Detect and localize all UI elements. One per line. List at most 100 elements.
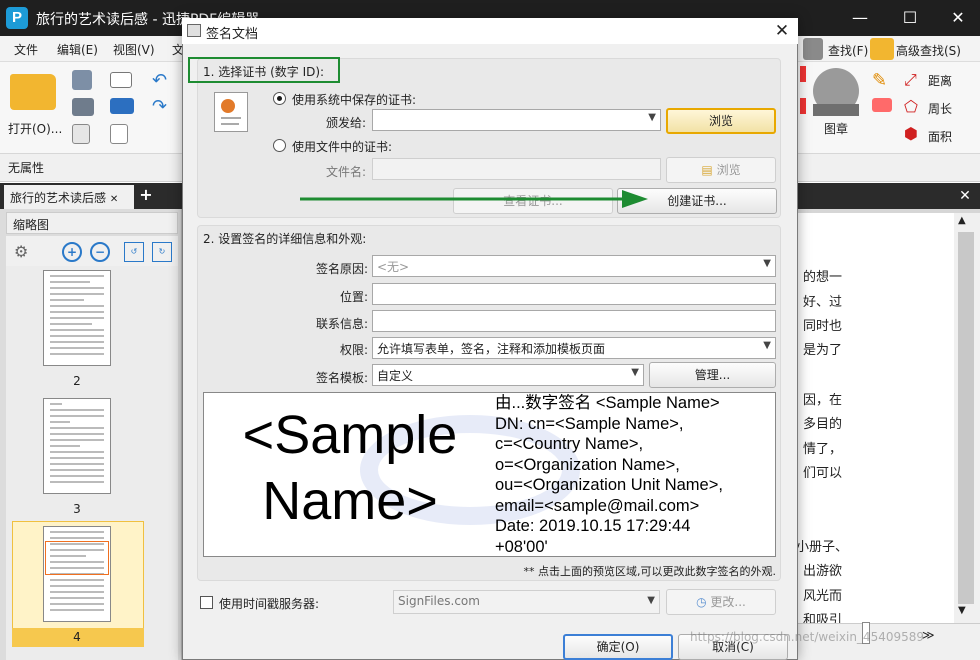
stamp-button-label[interactable]: 图章 [824,120,848,137]
page-number: 4 [73,630,81,644]
browse-file-button[interactable]: ▤ 浏览 [666,157,776,183]
close-document-icon[interactable]: ✕ [956,186,974,206]
document-icon[interactable] [72,124,90,144]
advanced-find-icon[interactable] [870,38,894,60]
window-close-button[interactable]: ✕ [948,8,968,28]
print-icon[interactable] [72,98,94,116]
find-button-label[interactable]: 查找(F) [828,42,868,59]
scan-icon[interactable] [110,98,134,114]
open-button-label[interactable]: 打开(O)... [8,120,62,137]
template-label: 签名模板: [315,371,368,385]
distance-button-label[interactable]: 距离 [928,72,952,89]
page-thumbnail[interactable] [43,270,111,366]
rotate-right-icon[interactable]: ↻ [152,242,172,262]
document-text: 因，在 [802,393,842,408]
folder-icon: ▤ [701,163,713,177]
timestamp-checkbox[interactable] [200,596,213,609]
perimeter-icon[interactable]: ⬠ [904,97,918,116]
chevron-down-icon: ▼ [763,258,771,269]
menu-edit[interactable]: 编辑(E) [57,41,98,58]
use-system-cert-radio[interactable] [273,92,286,105]
advanced-find-button-label[interactable]: 高级查找(S) [896,42,961,59]
minimize-button[interactable]: — [850,8,870,28]
dialog-close-button[interactable]: ✕ [770,20,794,42]
zoom-out-icon[interactable]: − [90,242,110,262]
use-file-cert-radio[interactable] [273,139,286,152]
preview-hint: ** 点击上面的预览区域,可以更改此数字签名的外观. [523,565,777,578]
reason-combobox[interactable]: <无> ▼ [372,255,776,277]
properties-label: 无属性 [8,161,45,175]
thumbnail-panel-header: 缩略图 [6,212,178,234]
issued-to-combobox[interactable]: ▼ [372,109,661,131]
distance-icon[interactable]: ⤢ [904,70,917,90]
zoom-in-icon[interactable]: + [62,242,82,262]
timestamp-label[interactable]: 使用时间戳服务器: [219,595,319,612]
contact-input[interactable] [372,310,776,332]
new-tab-plus-icon[interactable]: + [138,186,154,204]
scroll-up-icon[interactable]: ▲ [958,215,966,226]
document-text: 风光而 [802,589,842,604]
location-label: 位置: [339,290,368,304]
scrollbar-thumb[interactable] [958,232,974,604]
document-text: 们可以 [802,466,842,481]
timestamp-server-combobox[interactable]: SignFiles.com ▼ [393,590,660,614]
current-view-rect [45,541,109,575]
redo-icon[interactable]: ↷ [152,96,167,117]
open-folder-icon[interactable] [10,74,56,110]
pencil-icon[interactable]: ✎ [872,70,887,91]
undo-icon[interactable]: ↶ [152,70,167,91]
use-system-cert-label[interactable]: 使用系统中保存的证书: [292,91,416,108]
maximize-button[interactable]: ☐ [900,8,920,28]
document-text: 同时也 [802,319,842,334]
annotation-highlight-box [188,57,340,83]
chevron-down-icon: ▼ [647,595,655,606]
area-icon[interactable]: ⬢ [904,124,918,143]
use-file-cert-label[interactable]: 使用文件中的证书: [292,138,392,155]
perimeter-button-label[interactable]: 周长 [928,100,952,117]
browse-button[interactable]: 浏览 [666,108,776,134]
permission-combobox[interactable]: 允许填写表单，签名，注释和添加模板页面 ▼ [372,337,776,359]
watermark-text: https://blog.csdn.net/weixin_45409589 [690,630,925,644]
menu-file[interactable]: 文件 [14,41,38,58]
thumbnail-panel-title: 缩略图 [13,218,50,232]
permission-label: 权限: [339,343,368,357]
document-text: 是为了 [802,343,842,358]
filename-label: 文件名: [325,165,366,179]
settings-gear-icon[interactable]: ⚙ [14,242,28,261]
stamp-base-icon [813,104,859,116]
clock-icon: ◷ [696,595,707,609]
template-combobox[interactable]: 自定义 ▼ [372,364,644,386]
reason-label: 签名原因: [315,262,368,276]
rotate-left-icon[interactable]: ↺ [124,242,144,262]
document-text: 多目的 [802,417,842,432]
new-document-icon[interactable] [110,124,128,144]
ok-button[interactable]: 确定(O) [563,634,673,660]
page-thumbnail[interactable] [43,398,111,494]
location-input[interactable] [372,283,776,305]
menu-view[interactable]: 视图(V) [113,41,155,58]
ribbon-edge-icons [800,66,806,146]
document-text: 情了， [802,442,842,457]
annotation-arrow [300,190,648,208]
issued-to-label: 颁发给: [325,116,366,130]
filename-input[interactable] [372,158,661,180]
find-binoculars-icon[interactable] [803,38,823,60]
email-icon[interactable] [110,72,132,88]
dialog-title: 签名文档 [206,27,259,42]
dialog-app-icon [187,24,201,37]
chevron-down-icon: ▼ [631,367,639,378]
document-text: 出游欲 [802,564,842,579]
chevron-down-icon: ▼ [763,340,771,351]
eraser-icon[interactable] [872,98,892,112]
scroll-down-icon[interactable]: ▼ [958,605,966,616]
document-tab[interactable]: 旅行的艺术读后感 ✕ [4,185,134,209]
preview-signature-details: 由...数字签名 <Sample Name> DN: cn=<Sample Na… [495,394,723,556]
tab-close-icon[interactable]: ✕ [110,194,118,205]
change-server-button[interactable]: ◷ 更改... [666,589,776,615]
save-icon[interactable] [72,70,92,90]
document-text: 小册子、 [796,540,842,555]
area-button-label[interactable]: 面积 [928,128,952,145]
document-tab-label: 旅行的艺术读后感 [10,191,107,205]
preview-sample-name: <Sample Name> [242,405,458,531]
manage-templates-button[interactable]: 管理... [649,362,776,388]
